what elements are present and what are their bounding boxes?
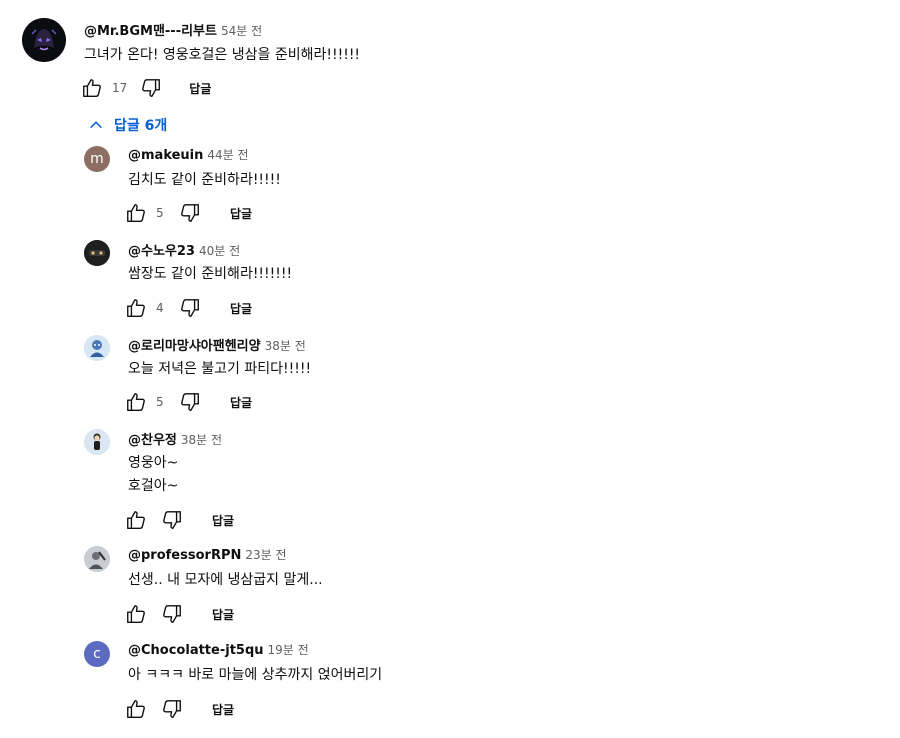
reply-button[interactable]: 답글 <box>230 394 252 411</box>
reply-button[interactable]: 답글 <box>212 512 234 529</box>
thumbs-down-icon <box>181 393 199 411</box>
comment-text: 선생.. 내 모자에 냉삼굽지 말게... <box>128 569 323 592</box>
dislike-button[interactable] <box>178 390 202 414</box>
thumbs-up-icon <box>127 393 145 411</box>
action-bar: 5 답글 <box>124 390 252 414</box>
avatar-image-icon <box>84 335 110 361</box>
comment-line: 아 ㅋㅋㅋ 바로 마늘에 상추까지 얹어버리기 <box>128 667 383 683</box>
like-count: 17 <box>112 81 128 95</box>
comment-header: @수노우23 40분 전 <box>128 240 240 259</box>
replies-toggle-button[interactable]: 답글 6개 <box>88 115 167 135</box>
reply-button[interactable]: 답글 <box>212 701 234 718</box>
comment-line: 영웅아~ <box>128 455 179 471</box>
like-count: 4 <box>156 301 164 315</box>
comment-text: 그녀가 온다! 영웅호걸은 냉삼을 준비해라!!!!!! <box>84 44 360 67</box>
action-bar: 답글 <box>124 508 234 532</box>
action-bar: 5 답글 <box>124 201 252 225</box>
dislike-button[interactable] <box>178 201 202 225</box>
avatar[interactable] <box>84 240 110 266</box>
reply-button[interactable]: 답글 <box>230 300 252 317</box>
comment-line: 선생.. 내 모자에 냉삼굽지 말게... <box>128 572 323 588</box>
avatar-image-icon <box>22 18 66 62</box>
author-name[interactable]: @Chocolatte-jt5qu <box>128 643 264 658</box>
like-button[interactable] <box>124 508 148 532</box>
comment-text: 오늘 저녁은 불고기 파티다!!!!! <box>128 358 311 381</box>
author-name[interactable]: @수노우23 <box>128 244 195 259</box>
author-name[interactable]: @professorRPN <box>128 548 241 563</box>
thumbs-down-icon <box>163 700 181 718</box>
comment-header: @makeuin 44분 전 <box>128 146 249 163</box>
avatar-image-icon <box>84 546 110 572</box>
comment-header: @Chocolatte-jt5qu 19분 전 <box>128 641 309 658</box>
thumbs-up-icon <box>127 605 145 623</box>
dislike-button[interactable] <box>178 296 202 320</box>
thumbs-up-icon <box>127 511 145 529</box>
action-bar: 4 답글 <box>124 296 252 320</box>
thumbs-up-icon <box>83 79 101 97</box>
action-bar: 답글 <box>124 602 234 626</box>
comment-header: @찬우정 38분 전 <box>128 429 222 448</box>
comment-line: 그녀가 온다! 영웅호걸은 냉삼을 준비해라!!!!!! <box>84 47 361 63</box>
avatar[interactable] <box>84 429 110 455</box>
like-button[interactable] <box>124 296 148 320</box>
comment-line: 쌈장도 같이 준비해라!!!!!!! <box>128 266 293 282</box>
comment-text: 영웅아~ 호걸아~ <box>128 452 178 498</box>
timestamp[interactable]: 40분 전 <box>199 244 240 258</box>
like-count: 5 <box>156 395 164 409</box>
dislike-button[interactable] <box>160 697 184 721</box>
chevron-up-icon <box>90 121 102 129</box>
thumbs-down-icon <box>142 79 161 97</box>
comment-header: @Mr.BGM맨---리부트 54분 전 <box>84 20 262 39</box>
comment-line: 호걸아~ <box>128 478 179 494</box>
like-button[interactable] <box>124 390 148 414</box>
reply-button[interactable]: 답글 <box>212 606 234 623</box>
comment-text: 아 ㅋㅋㅋ 바로 마늘에 상추까지 얹어버리기 <box>128 664 382 687</box>
timestamp[interactable]: 38분 전 <box>265 339 306 353</box>
like-button[interactable] <box>124 602 148 626</box>
author-name[interactable]: @로리마망샤아팬헨리양 <box>128 339 261 354</box>
thumbs-up-icon <box>127 700 145 718</box>
like-button[interactable] <box>80 76 104 100</box>
timestamp[interactable]: 44분 전 <box>207 148 248 162</box>
avatar-letter: c <box>93 646 101 662</box>
avatar[interactable] <box>84 335 110 361</box>
action-bar: 17 답글 <box>80 76 211 100</box>
comment-header: @로리마망샤아팬헨리양 38분 전 <box>128 335 306 354</box>
timestamp[interactable]: 54분 전 <box>221 24 262 38</box>
avatar-image-icon <box>84 240 110 266</box>
avatar-letter: m <box>90 151 104 167</box>
dislike-button[interactable] <box>160 602 184 626</box>
timestamp[interactable]: 23분 전 <box>245 548 286 562</box>
comment-line: 김치도 같이 준비하라!!!!! <box>128 172 281 188</box>
thumbs-down-icon <box>181 299 199 317</box>
replies-toggle-label: 답글 6개 <box>114 118 168 134</box>
thumbs-down-icon <box>163 511 181 529</box>
comment-header: @professorRPN 23분 전 <box>128 546 287 563</box>
avatar[interactable] <box>84 546 110 572</box>
reply-button[interactable]: 답글 <box>230 205 252 222</box>
comment-text: 쌈장도 같이 준비해라!!!!!!! <box>128 263 292 286</box>
thumbs-down-icon <box>163 605 181 623</box>
author-name[interactable]: @Mr.BGM맨---리부트 <box>84 24 217 39</box>
thumbs-up-icon <box>127 204 145 222</box>
like-count: 5 <box>156 206 164 220</box>
thumbs-up-icon <box>127 299 145 317</box>
comment-text: 김치도 같이 준비하라!!!!! <box>128 169 281 192</box>
avatar-image-icon <box>84 429 110 455</box>
dislike-button[interactable] <box>139 76 163 100</box>
like-button[interactable] <box>124 201 148 225</box>
timestamp[interactable]: 19분 전 <box>268 643 309 657</box>
avatar[interactable] <box>22 18 66 62</box>
author-name[interactable]: @찬우정 <box>128 433 177 448</box>
dislike-button[interactable] <box>160 508 184 532</box>
avatar[interactable]: m <box>84 146 110 172</box>
action-bar: 답글 <box>124 697 234 721</box>
author-name[interactable]: @makeuin <box>128 148 203 163</box>
thumbs-down-icon <box>181 204 199 222</box>
reply-button[interactable]: 답글 <box>189 80 211 97</box>
comment-line: 오늘 저녁은 불고기 파티다!!!!! <box>128 361 312 377</box>
timestamp[interactable]: 38분 전 <box>181 433 222 447</box>
like-button[interactable] <box>124 697 148 721</box>
avatar[interactable]: c <box>84 641 110 667</box>
